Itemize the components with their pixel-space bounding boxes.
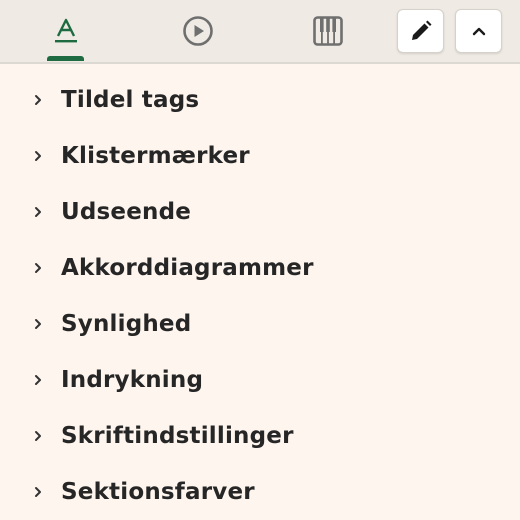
chevron-up-icon: [472, 27, 485, 36]
edit-button[interactable]: [397, 9, 444, 53]
pencil-icon: [411, 20, 431, 40]
chevron-right-icon: [35, 487, 41, 497]
settings-section-list: Tildel tags Klistermærker Udseende Akkor…: [0, 72, 520, 520]
section-label: Skriftindstillinger: [61, 423, 294, 449]
section-label: Udseende: [61, 199, 192, 225]
chevron-right-icon: [35, 431, 41, 441]
chevron-right-icon: [35, 319, 41, 329]
section-label: Klistermærker: [61, 143, 250, 169]
chevron-right-icon: [35, 375, 41, 385]
section-visibility[interactable]: Synlighed: [0, 296, 520, 352]
chevron-right-icon: [35, 95, 41, 105]
tab-playback[interactable]: [168, 0, 228, 62]
section-indentation[interactable]: Indrykning: [0, 352, 520, 408]
tab-piano[interactable]: [298, 0, 358, 62]
section-stickers[interactable]: Klistermærker: [0, 128, 520, 184]
chevron-right-icon: [35, 207, 41, 217]
section-section-colors[interactable]: Sektionsfarver: [0, 464, 520, 520]
section-label: Sektionsfarver: [61, 479, 255, 505]
active-tab-indicator: [47, 56, 84, 61]
tab-text-format[interactable]: [38, 0, 94, 62]
section-font-settings[interactable]: Skriftindstillinger: [0, 408, 520, 464]
section-label: Tildel tags: [61, 87, 200, 113]
section-appearance[interactable]: Udseende: [0, 184, 520, 240]
piano-icon: [313, 16, 343, 46]
section-chord-diagrams[interactable]: Akkorddiagrammer: [0, 240, 520, 296]
toolbar: [0, 0, 520, 64]
chevron-right-icon: [35, 151, 41, 161]
section-label: Synlighed: [61, 311, 192, 337]
text-format-icon: [55, 18, 77, 43]
section-assign-tags[interactable]: Tildel tags: [0, 72, 520, 128]
chevron-right-icon: [35, 263, 41, 273]
play-circle-icon: [183, 16, 213, 46]
section-label: Indrykning: [61, 367, 204, 393]
section-label: Akkorddiagrammer: [61, 255, 314, 281]
collapse-button[interactable]: [455, 9, 502, 53]
